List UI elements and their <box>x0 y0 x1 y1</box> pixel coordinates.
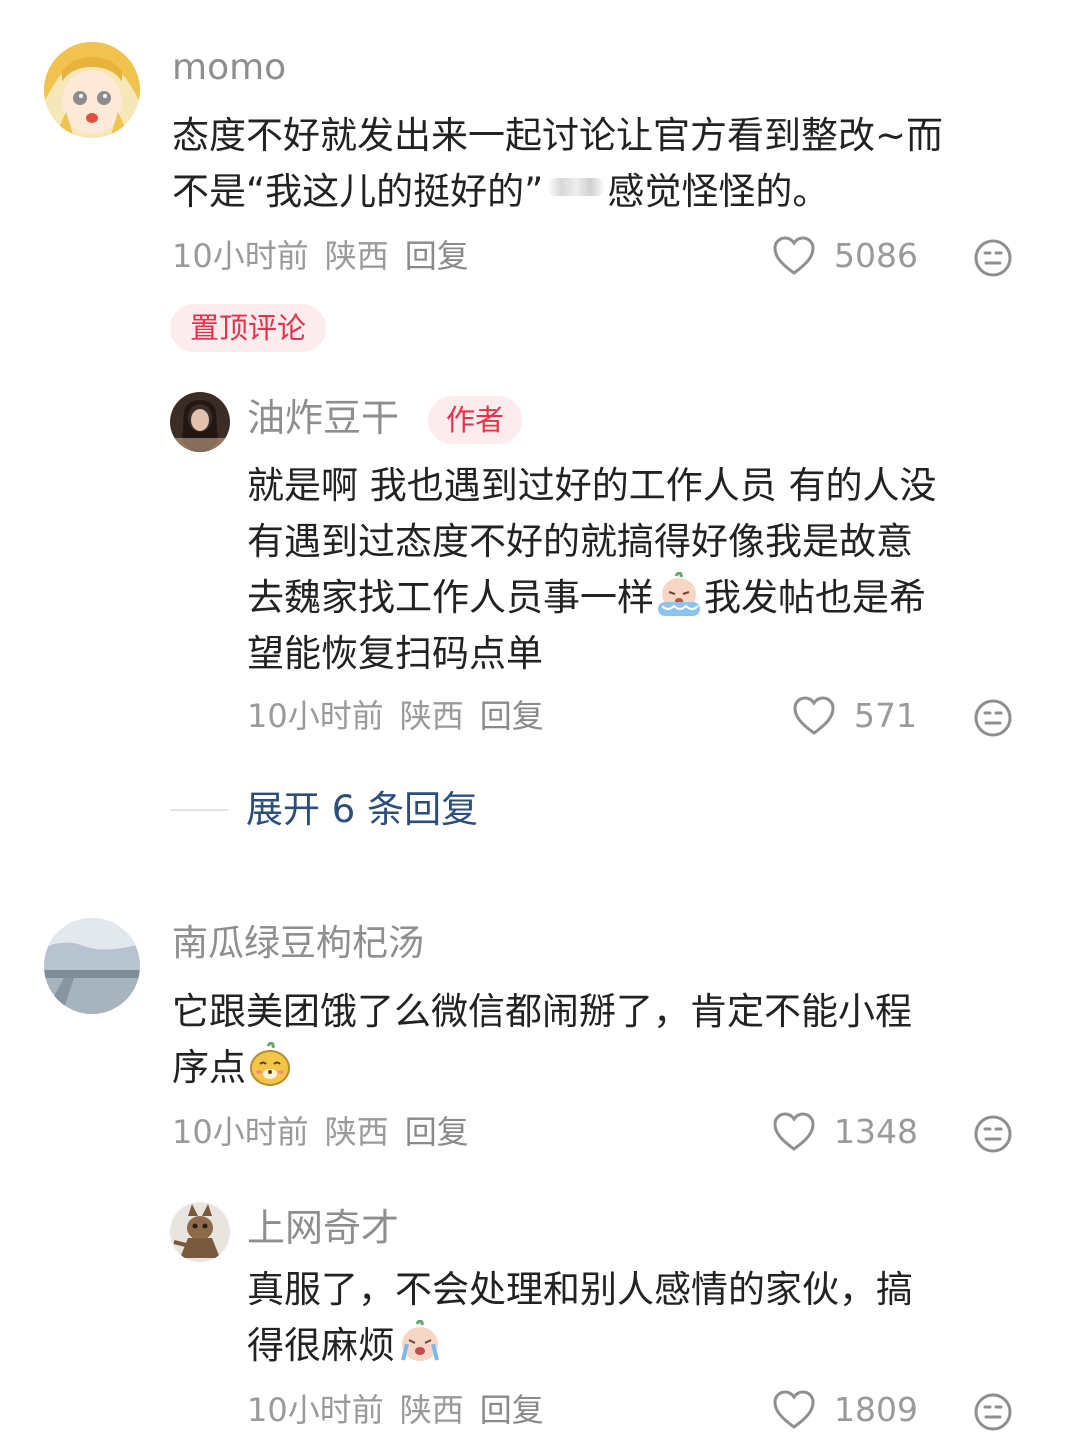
heart-outline-icon <box>773 1112 815 1151</box>
reply-line: 有遇到过态度不好的就搞得好像我是故意 <box>247 520 913 563</box>
username[interactable]: 上网奇才 <box>247 1206 399 1250</box>
avatar[interactable] <box>44 918 140 1014</box>
comment-line-part: 不是“我这儿的挺好的” <box>172 170 544 213</box>
reply-button[interactable]: 回复 <box>480 697 544 735</box>
blurred-text <box>547 178 606 196</box>
comment-meta: 10小时前 陕西 回复 <box>172 236 485 276</box>
neutral-face-icon[interactable] <box>973 1392 1013 1432</box>
like-count: 5086 <box>834 236 918 275</box>
crying-sticker-icon <box>658 572 700 616</box>
username[interactable]: 油炸豆干 <box>247 396 399 440</box>
heart-outline-icon <box>773 1390 815 1429</box>
expand-replies-button[interactable]: 展开 6 条回复 <box>170 788 478 832</box>
reply-line: 望能恢复扫码点单 <box>247 632 543 675</box>
like-count: 571 <box>854 696 917 735</box>
comment-line: 序点 <box>172 1040 912 1096</box>
comment-text: 它跟美团饿了么微信都闹掰了，肯定不能小程 序点 <box>172 984 912 1096</box>
reply-line-part: 去魏家找工作人员事一样 <box>247 576 654 619</box>
timestamp: 10小时前 <box>172 1113 309 1151</box>
neutral-face-icon[interactable] <box>973 1114 1013 1154</box>
avatar[interactable] <box>44 42 140 138</box>
comment-item: 南瓜绿豆枸杞汤 它跟美团饿了么微信都闹掰了，肯定不能小程 序点 10小时前 陕西回… <box>0 900 1079 1451</box>
comment-text: 态度不好就发出来一起讨论让官方看到整改~而 不是“我这儿的挺好的” 感觉怪怪的。 <box>172 108 943 220</box>
comment-line: 不是“我这儿的挺好的” 感觉怪怪的。 <box>172 164 943 220</box>
reply-line-part: 我发帖也是希 <box>704 576 926 619</box>
crying-sticker-icon <box>401 1320 439 1361</box>
avatar[interactable] <box>170 1202 230 1262</box>
heart-outline-icon <box>773 236 815 275</box>
smiling-dog-sticker-icon <box>250 1042 290 1086</box>
like-button[interactable]: 1348 <box>772 1112 918 1152</box>
comment-line: 态度不好就发出来一起讨论让官方看到整改~而 <box>172 114 944 157</box>
username[interactable]: momo <box>172 46 286 90</box>
avatar[interactable] <box>170 392 230 452</box>
author-badge: 作者 <box>428 396 523 444</box>
reply-line: 去魏家找工作人员事一样 我发帖也是希 <box>247 570 937 626</box>
timestamp: 10小时前 <box>172 237 309 275</box>
reply-button[interactable]: 回复 <box>405 1113 469 1151</box>
reply-meta: 10小时前 陕西 回复 <box>247 696 560 736</box>
location: 陕西 <box>324 1113 389 1151</box>
expand-replies-label[interactable]: 展开 6 条回复 <box>246 788 478 832</box>
timestamp: 10小时前 <box>247 1391 384 1429</box>
divider <box>170 809 228 811</box>
neutral-face-icon[interactable] <box>973 238 1013 278</box>
heart-outline-icon <box>793 696 835 735</box>
like-button[interactable]: 571 <box>792 696 917 736</box>
location: 陕西 <box>399 1391 464 1429</box>
reply-line: 真服了，不会处理和别人感情的家伙，搞 <box>247 1268 913 1311</box>
comment-item: momo 态度不好就发出来一起讨论让官方看到整改~而 不是“我这儿的挺好的” 感觉… <box>0 0 1079 780</box>
username[interactable]: 南瓜绿豆枸杞汤 <box>172 922 424 966</box>
like-button[interactable]: 5086 <box>772 236 918 276</box>
comment-line: 它跟美团饿了么微信都闹掰了，肯定不能小程 <box>172 990 912 1033</box>
reply-text: 真服了，不会处理和别人感情的家伙，搞 得很麻烦 <box>247 1262 913 1374</box>
like-count: 1809 <box>834 1390 918 1429</box>
reply-button[interactable]: 回复 <box>405 237 469 275</box>
pinned-comment-tag: 置顶评论 <box>170 304 327 352</box>
reply-line-part: 得很麻烦 <box>247 1324 395 1367</box>
comment-line-part: 感觉怪怪的。 <box>607 170 830 213</box>
location: 陕西 <box>324 237 389 275</box>
like-count: 1348 <box>834 1112 918 1151</box>
location: 陕西 <box>399 697 464 735</box>
reply-line: 就是啊 我也遇到过好的工作人员 有的人没 <box>247 464 937 507</box>
timestamp: 10小时前 <box>247 697 384 735</box>
reply-text: 就是啊 我也遇到过好的工作人员 有的人没 有遇到过态度不好的就搞得好像我是故意 … <box>247 458 937 682</box>
comment-meta: 10小时前 陕西 回复 <box>172 1112 485 1152</box>
reply-meta: 10小时前 陕西 回复 <box>247 1390 560 1430</box>
like-button[interactable]: 1809 <box>772 1390 918 1430</box>
reply-button[interactable]: 回复 <box>480 1391 544 1429</box>
reply-line: 得很麻烦 <box>247 1318 913 1374</box>
comment-line-part: 序点 <box>172 1046 246 1089</box>
neutral-face-icon[interactable] <box>973 698 1013 738</box>
